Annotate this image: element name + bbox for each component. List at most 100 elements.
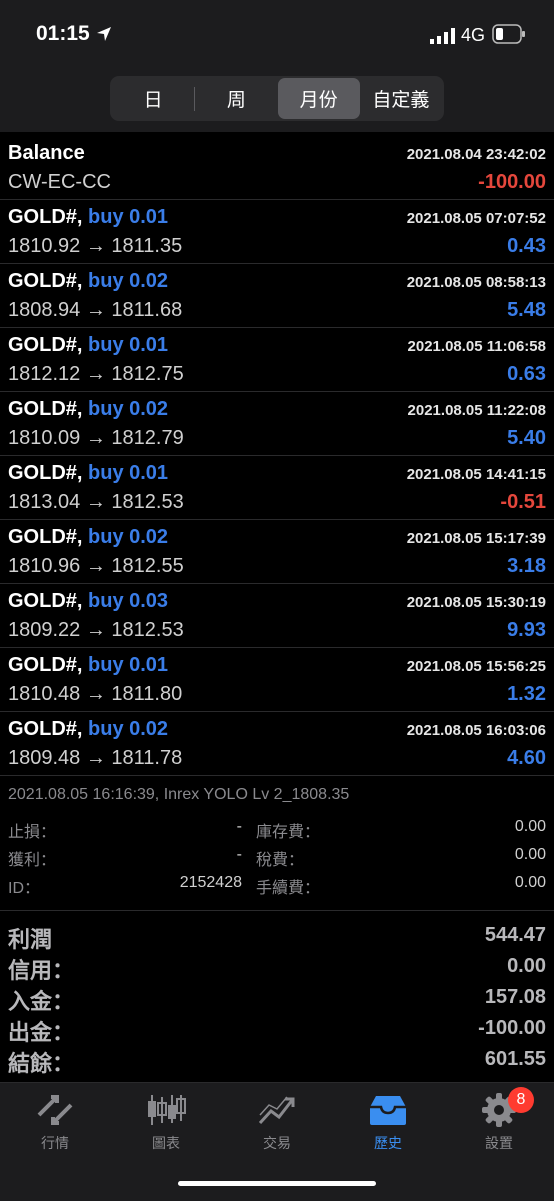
trade-symbol: GOLD#, — [8, 526, 83, 548]
trade-row[interactable]: GOLD#, buy 0.01 2021.08.05 07:07:52 1810.9… — [0, 200, 554, 264]
trade-time: 2021.08.05 15:30:19 — [406, 594, 546, 611]
trade-row[interactable]: GOLD#, buy 0.01 2021.08.05 11:06:58 1812.1… — [0, 328, 554, 392]
trade-profit: -0.51 — [500, 491, 546, 513]
trade-time: 2021.08.05 15:17:39 — [406, 530, 546, 547]
summary-profit-value: 544.47 — [484, 924, 546, 946]
status-time: 01:15 — [36, 22, 90, 45]
trade-title: GOLD#, buy 0.01 — [8, 334, 168, 357]
tab-quotes[interactable]: 行情 — [0, 1093, 110, 1153]
trade-side: buy 0.02 — [88, 398, 169, 420]
period-tab-month[interactable]: 月份 — [277, 78, 360, 119]
summary-withdrawal-value: -100.00 — [478, 1017, 546, 1039]
deal-detail-header: 2021.08.05 16:16:39, Inrex YOLO Lv 2_180… — [8, 786, 350, 803]
summary-deposit-value: 157.08 — [484, 986, 546, 1008]
tab-chart[interactable]: 圖表 — [111, 1093, 221, 1153]
tab-chart-label: 圖表 — [152, 1135, 180, 1151]
stop-loss-label: 止損： — [8, 824, 57, 841]
battery-icon — [492, 24, 525, 44]
take-profit-value: - — [236, 846, 242, 863]
trade-row[interactable]: GOLD#, buy 0.02 2021.08.05 11:22:08 1810.0… — [0, 392, 554, 456]
trade-symbol: GOLD#, — [8, 462, 83, 484]
trade-row[interactable]: GOLD#, buy 0.03 2021.08.05 15:30:19 1809.2… — [0, 584, 554, 648]
summary-credit-label: 信用： — [8, 958, 75, 983]
tab-history-label: 歷史 — [374, 1135, 402, 1151]
id-value: 2152428 — [179, 874, 242, 891]
period-tab-day[interactable]: 日 — [112, 78, 194, 119]
header-area: 01:15 4G 日 周 月份 自定義 — [0, 0, 554, 132]
tab-trade-label: 交易 — [263, 1135, 291, 1151]
trade-profit: 5.40 — [507, 427, 546, 449]
tab-history[interactable]: 歷史 — [333, 1093, 443, 1153]
quotes-icon — [37, 1095, 73, 1125]
balance-title: Balance — [8, 142, 85, 164]
summary-balance-label: 結餘： — [8, 1051, 75, 1076]
home-indicator — [178, 1181, 376, 1186]
trade-row[interactable]: GOLD#, buy 0.02 2021.08.05 08:58:13 1808.9… — [0, 264, 554, 328]
trade-title: GOLD#, buy 0.02 — [8, 526, 168, 549]
history-icon — [370, 1096, 406, 1125]
trade-side: buy 0.03 — [88, 590, 169, 612]
swap-label: 庫存費： — [256, 824, 321, 841]
balance-amount: -100.00 — [478, 171, 546, 193]
trade-prices: 1809.22 → 1812.53 — [8, 619, 184, 641]
trade-prices: 1810.96 → 1812.55 — [8, 555, 184, 577]
summary-profit-label: 利潤 — [8, 927, 53, 952]
tab-settings[interactable]: 設置 — [444, 1093, 554, 1153]
trade-profit: 3.18 — [507, 555, 546, 577]
trade-symbol: GOLD#, — [8, 398, 83, 420]
summary-credit-value: 0.00 — [507, 955, 546, 977]
balance-row[interactable]: Balance 2021.08.04 23:42:02 CW-EC-CC -10… — [0, 136, 554, 200]
trade-title: GOLD#, buy 0.02 — [8, 398, 168, 421]
take-profit-label: 獲利： — [8, 852, 57, 869]
network-type: 4G — [461, 25, 486, 45]
tax-value: 0.00 — [514, 846, 546, 863]
tab-quotes-label: 行情 — [41, 1135, 69, 1151]
trade-symbol: GOLD#, — [8, 334, 83, 356]
commission-value: 0.00 — [514, 874, 546, 891]
trade-icon — [258, 1096, 295, 1125]
trade-symbol: GOLD#, — [8, 270, 83, 292]
trade-side: buy 0.01 — [88, 334, 169, 356]
trade-profit: 1.32 — [507, 683, 546, 705]
summary-withdrawal-label: 出金： — [8, 1020, 75, 1045]
trade-time: 2021.08.05 11:22:08 — [407, 402, 546, 419]
trade-prices: 1813.04 → 1812.53 — [8, 491, 184, 513]
tax-label: 稅費： — [256, 852, 305, 869]
trade-time: 2021.08.05 15:56:25 — [406, 658, 546, 675]
period-selector: 日 周 月份 自定義 — [110, 76, 444, 121]
trade-title: GOLD#, buy 0.02 — [8, 270, 168, 293]
balance-comment: CW-EC-CC — [8, 171, 111, 193]
trade-title: GOLD#, buy 0.01 — [8, 654, 168, 677]
trade-prices: 1810.48 → 1811.80 — [8, 683, 183, 705]
trade-profit: 0.43 — [507, 235, 546, 257]
trade-title: GOLD#, buy 0.03 — [8, 590, 168, 613]
trade-row[interactable]: GOLD#, buy 0.01 2021.08.05 14:41:15 1813.0… — [0, 456, 554, 520]
trade-side: buy 0.01 — [88, 654, 169, 676]
stop-loss-value: - — [236, 818, 242, 835]
trade-row[interactable]: GOLD#, buy 0.01 2021.08.05 15:56:25 1810.4… — [0, 648, 554, 712]
trade-title: GOLD#, buy 0.01 — [8, 206, 168, 229]
swap-value: 0.00 — [514, 818, 546, 835]
trade-profit: 9.93 — [507, 619, 546, 641]
trade-time: 2021.08.05 11:06:58 — [407, 338, 546, 355]
trade-prices: 1812.12 → 1812.75 — [8, 363, 184, 385]
period-tab-week[interactable]: 周 — [195, 78, 277, 119]
trade-profit: 0.63 — [507, 363, 546, 385]
trade-side: buy 0.01 — [88, 206, 169, 228]
period-tab-custom[interactable]: 自定義 — [360, 78, 442, 119]
trade-profit: 4.60 — [507, 747, 546, 769]
trade-prices: 1809.48 → 1811.78 — [8, 747, 183, 769]
trade-side: buy 0.02 — [88, 270, 169, 292]
summary-deposit-label: 入金： — [8, 989, 75, 1014]
trade-title: GOLD#, buy 0.02 — [8, 718, 168, 741]
trade-title: GOLD#, buy 0.01 — [8, 462, 168, 485]
tab-trade[interactable]: 交易 — [222, 1093, 332, 1153]
trade-profit: 5.48 — [507, 299, 546, 321]
trade-row[interactable]: GOLD#, buy 0.02 2021.08.05 15:17:39 1810.9… — [0, 520, 554, 584]
trade-row[interactable]: GOLD#, buy 0.02 2021.08.05 16:03:06 1809.4… — [0, 712, 554, 776]
history-list: Balance 2021.08.04 23:42:02 CW-EC-CC -10… — [0, 136, 554, 776]
trade-time: 2021.08.05 07:07:52 — [406, 210, 546, 227]
trade-prices: 1808.94 → 1811.68 — [8, 299, 183, 321]
trade-side: buy 0.02 — [88, 718, 169, 740]
commission-label: 手續費： — [256, 880, 321, 897]
